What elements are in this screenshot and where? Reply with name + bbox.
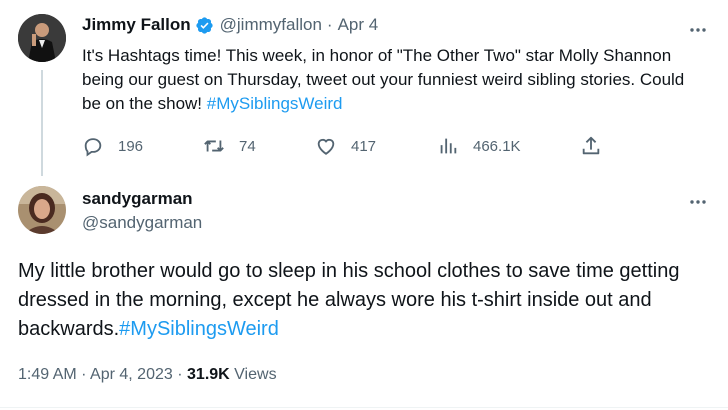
tweet1-body: It's Hashtags time! This week, in honor … [82,46,685,113]
tweet1-hashtag-link[interactable]: #MySiblingsWeird [207,94,343,113]
tweet1-header: Jimmy Fallon @jimmyfallon · Apr 4 [82,14,378,36]
tweet2-author-name[interactable]: sandygarman [82,188,193,210]
retweet-button[interactable]: 74 [203,134,256,158]
tweet2-more-dots-icon[interactable] [689,194,707,205]
tweet2-metadata: 1:49 AM · Apr 4, 2023 · 31.9K Views [18,366,277,384]
sandygarman-avatar[interactable] [18,186,66,234]
tweet1-separator: · [326,15,333,34]
views-button[interactable]: 466.1K [437,134,521,158]
retweet-icon [204,140,224,152]
tweet2-handle[interactable]: @sandygarman [82,212,202,234]
heart-icon [317,138,335,155]
tweet2-time[interactable]: 1:49 AM [18,366,77,383]
tweet2-body: My little brother would go to sleep in h… [18,260,680,340]
tweet2-views-count: 31.9K [187,366,230,383]
views-count: 466.1K [473,137,521,155]
share-icon [582,136,600,155]
retweet-count: 74 [239,137,256,155]
reply-count: 196 [118,137,144,155]
tweet1-more-dots-icon[interactable] [689,22,707,33]
thread-connector-line [41,70,43,176]
tweet2-name[interactable]: sandygarman [82,189,193,208]
jimmyfallon-avatar[interactable] [18,14,66,62]
meta-separator: · [177,366,183,383]
tweet2-text: My little brother would go to sleep in h… [18,257,708,344]
reply-icon [84,138,102,157]
tweet1-text: It's Hashtags time! This week, in honor … [82,44,702,116]
meta-separator: · [81,366,87,383]
tweet2-hashtag-link[interactable]: #MySiblingsWeird [119,318,279,340]
analytics-icon [440,138,457,154]
bottom-divider [0,407,728,408]
tweet1-date[interactable]: Apr 4 [338,15,379,35]
like-count: 417 [351,137,377,155]
tweet2-views-label: Views [234,366,277,383]
reply-button[interactable]: 196 [82,134,143,158]
tweet1-handle[interactable]: @jimmyfallon [220,15,322,35]
like-button[interactable]: 417 [315,134,376,158]
tweet1-author-name[interactable]: Jimmy Fallon [82,15,191,35]
share-button[interactable] [580,134,616,158]
tweet2-date[interactable]: Apr 4, 2023 [90,366,173,383]
verified-badge-icon [195,16,214,35]
